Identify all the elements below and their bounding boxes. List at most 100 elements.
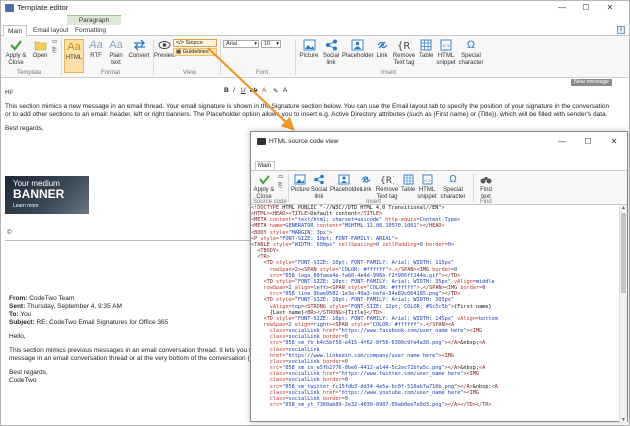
context-tab-paragraph: Paragraph [67, 15, 121, 25]
ribbon-tabs: Main Email layout Formatting i [1, 25, 629, 37]
new-message-label: New message [571, 79, 612, 86]
source-table-button[interactable]: Table [401, 174, 415, 194]
binoculars-icon [480, 177, 492, 184]
tab-formatting[interactable]: Formatting [71, 25, 110, 36]
maximize-button[interactable]: ☐ [575, 1, 597, 15]
convert-label: Convert [128, 53, 150, 59]
source-button[interactable]: </> Source [173, 39, 217, 47]
picture-label: Picture [299, 53, 319, 59]
source-link-button[interactable]: Link [359, 174, 373, 194]
guidelines-button[interactable]: ▦ Guidelines [173, 48, 217, 56]
table-label: Table [419, 53, 434, 59]
font-size-select[interactable]: 10 ▾ [261, 40, 281, 48]
group-label-template: Template [17, 70, 42, 76]
format-html-button[interactable]: Aa HTML [64, 39, 84, 73]
close-button[interactable]: ✕ [599, 1, 621, 15]
table-button[interactable]: Table [419, 39, 433, 60]
subject-value: RE: CodeTwo Email Signatures for Office … [36, 319, 169, 326]
link-button[interactable]: Link [375, 39, 389, 60]
banner-line2: BANNER [13, 187, 65, 201]
source-apply-close-button[interactable]: Apply & Close [253, 174, 275, 201]
app-icon [5, 4, 14, 12]
banner-line3: Learn more [13, 203, 39, 209]
open-button[interactable]: Open [31, 39, 49, 60]
format-rtf-button[interactable]: Aa RTF [87, 39, 105, 60]
source-html-snippet-button[interactable]: <> HTML snippet [416, 174, 438, 201]
source-small-icon-2[interactable]: ⎘ [276, 183, 284, 190]
minimize-button[interactable]: — [551, 1, 573, 15]
guidelines-label: Guidelines [182, 49, 209, 55]
group-label-format: Format [101, 70, 121, 76]
aa-icon: Aa [67, 41, 81, 53]
preview-button[interactable]: Preview [154, 39, 175, 60]
vertical-scrollbar[interactable]: ▲ ▼ [619, 205, 627, 423]
placeholder-icon [338, 174, 350, 185]
find-text-button[interactable]: Find text [477, 174, 495, 201]
html-snippet-icon: <> [422, 174, 432, 185]
picture-button[interactable]: Picture [298, 39, 320, 60]
source-maximize-button[interactable]: ☐ [577, 135, 599, 149]
convert-button[interactable]: Convert [128, 39, 150, 60]
sent-value: Thursday, September 4, 9:35 AM [26, 303, 122, 310]
font-size-value: 10 [264, 41, 271, 47]
link-icon [361, 176, 371, 183]
checkmark-icon [10, 40, 22, 51]
group-label-font: Font [256, 70, 269, 76]
source-window-title: HTML source code view [269, 138, 339, 145]
source-placeholder-button[interactable]: Placeholder [330, 174, 362, 194]
source-remove-text-tag-button[interactable]: {R} Remove Text tag [375, 174, 399, 201]
separator [220, 39, 221, 75]
source-placeholder-label: Placeholder [330, 187, 362, 193]
separator [473, 174, 474, 202]
tab-email-layout[interactable]: Email layout [29, 25, 72, 36]
font-name-value: Arial [226, 41, 238, 47]
html-snippet-button[interactable]: <> HTML snippet [435, 39, 457, 67]
placeholder-button[interactable]: Placeholder [342, 39, 374, 60]
source-ribbon: Apply & Close ▭ ⎘ Picture Social link Pl… [251, 170, 627, 205]
divider [5, 240, 253, 241]
source-html-snippet-label: HTML snippet [417, 187, 437, 200]
social-link-button[interactable]: Social link [321, 39, 341, 67]
scroll-up-icon[interactable]: ▲ [621, 205, 626, 211]
source-social-link-button[interactable]: Social link [310, 174, 328, 201]
reply-regards: Best regards, [9, 369, 48, 376]
group-label-view: View [183, 70, 196, 76]
svg-text:<>: <> [442, 44, 450, 50]
html-source-window: HTML source code view — ☐ ✕ Main Apply &… [250, 131, 628, 423]
separator [295, 39, 296, 75]
code-line: src="058_sm_yt_7360ab89-2e32-4030-8907-0… [266, 402, 492, 408]
source-close-button[interactable]: ✕ [603, 135, 625, 149]
scroll-thumb[interactable] [621, 213, 626, 293]
font-name-select[interactable]: Arial ▾ [223, 40, 259, 48]
remove-text-tag-button[interactable]: {R} Remove Text tag [391, 39, 417, 67]
apply-close-button[interactable]: Apply & Close [4, 39, 28, 67]
svg-text:{R}: {R} [380, 176, 394, 185]
html-code-editor[interactable]: <!DOCTYPE HTML PUBLIC "-//W3C//DTD HTML … [251, 205, 621, 423]
format-rtf-label: RTF [90, 53, 102, 59]
source-small-icon-1[interactable]: ▭ [276, 174, 285, 181]
table-icon [420, 39, 432, 51]
scroll-down-icon[interactable]: ▼ [621, 417, 626, 423]
reply-signature: CodeTwo [9, 377, 37, 384]
reply-hello: Hello, [9, 333, 26, 340]
help-button[interactable]: i [617, 26, 625, 34]
source-app-icon [257, 138, 266, 145]
source-picture-button[interactable]: Picture [291, 174, 310, 194]
special-character-button[interactable]: Ω Special character [458, 39, 484, 67]
picture-icon [294, 174, 306, 185]
source-minimize-button[interactable]: — [551, 135, 573, 149]
separator [288, 174, 289, 202]
window-title: Template editor [17, 3, 69, 12]
group-label-insert: Insert [381, 70, 397, 76]
title-bar: Template editor — ☐ ✕ [1, 1, 629, 15]
separator [61, 39, 62, 75]
subject-label: Subject: [9, 319, 35, 326]
format-plain-button[interactable]: Aa Plain text [107, 39, 125, 67]
template-small-icon-1[interactable]: ▭ [50, 39, 59, 46]
source-special-character-button[interactable]: Ω Special character [440, 174, 466, 201]
from-value: CodeTwo Team [29, 295, 75, 302]
source-tab-main[interactable]: Main [255, 161, 275, 170]
omega-icon: Ω [449, 174, 457, 185]
template-small-icon-2[interactable]: ⎘ [50, 48, 58, 55]
format-html-label: HTML [65, 55, 83, 61]
